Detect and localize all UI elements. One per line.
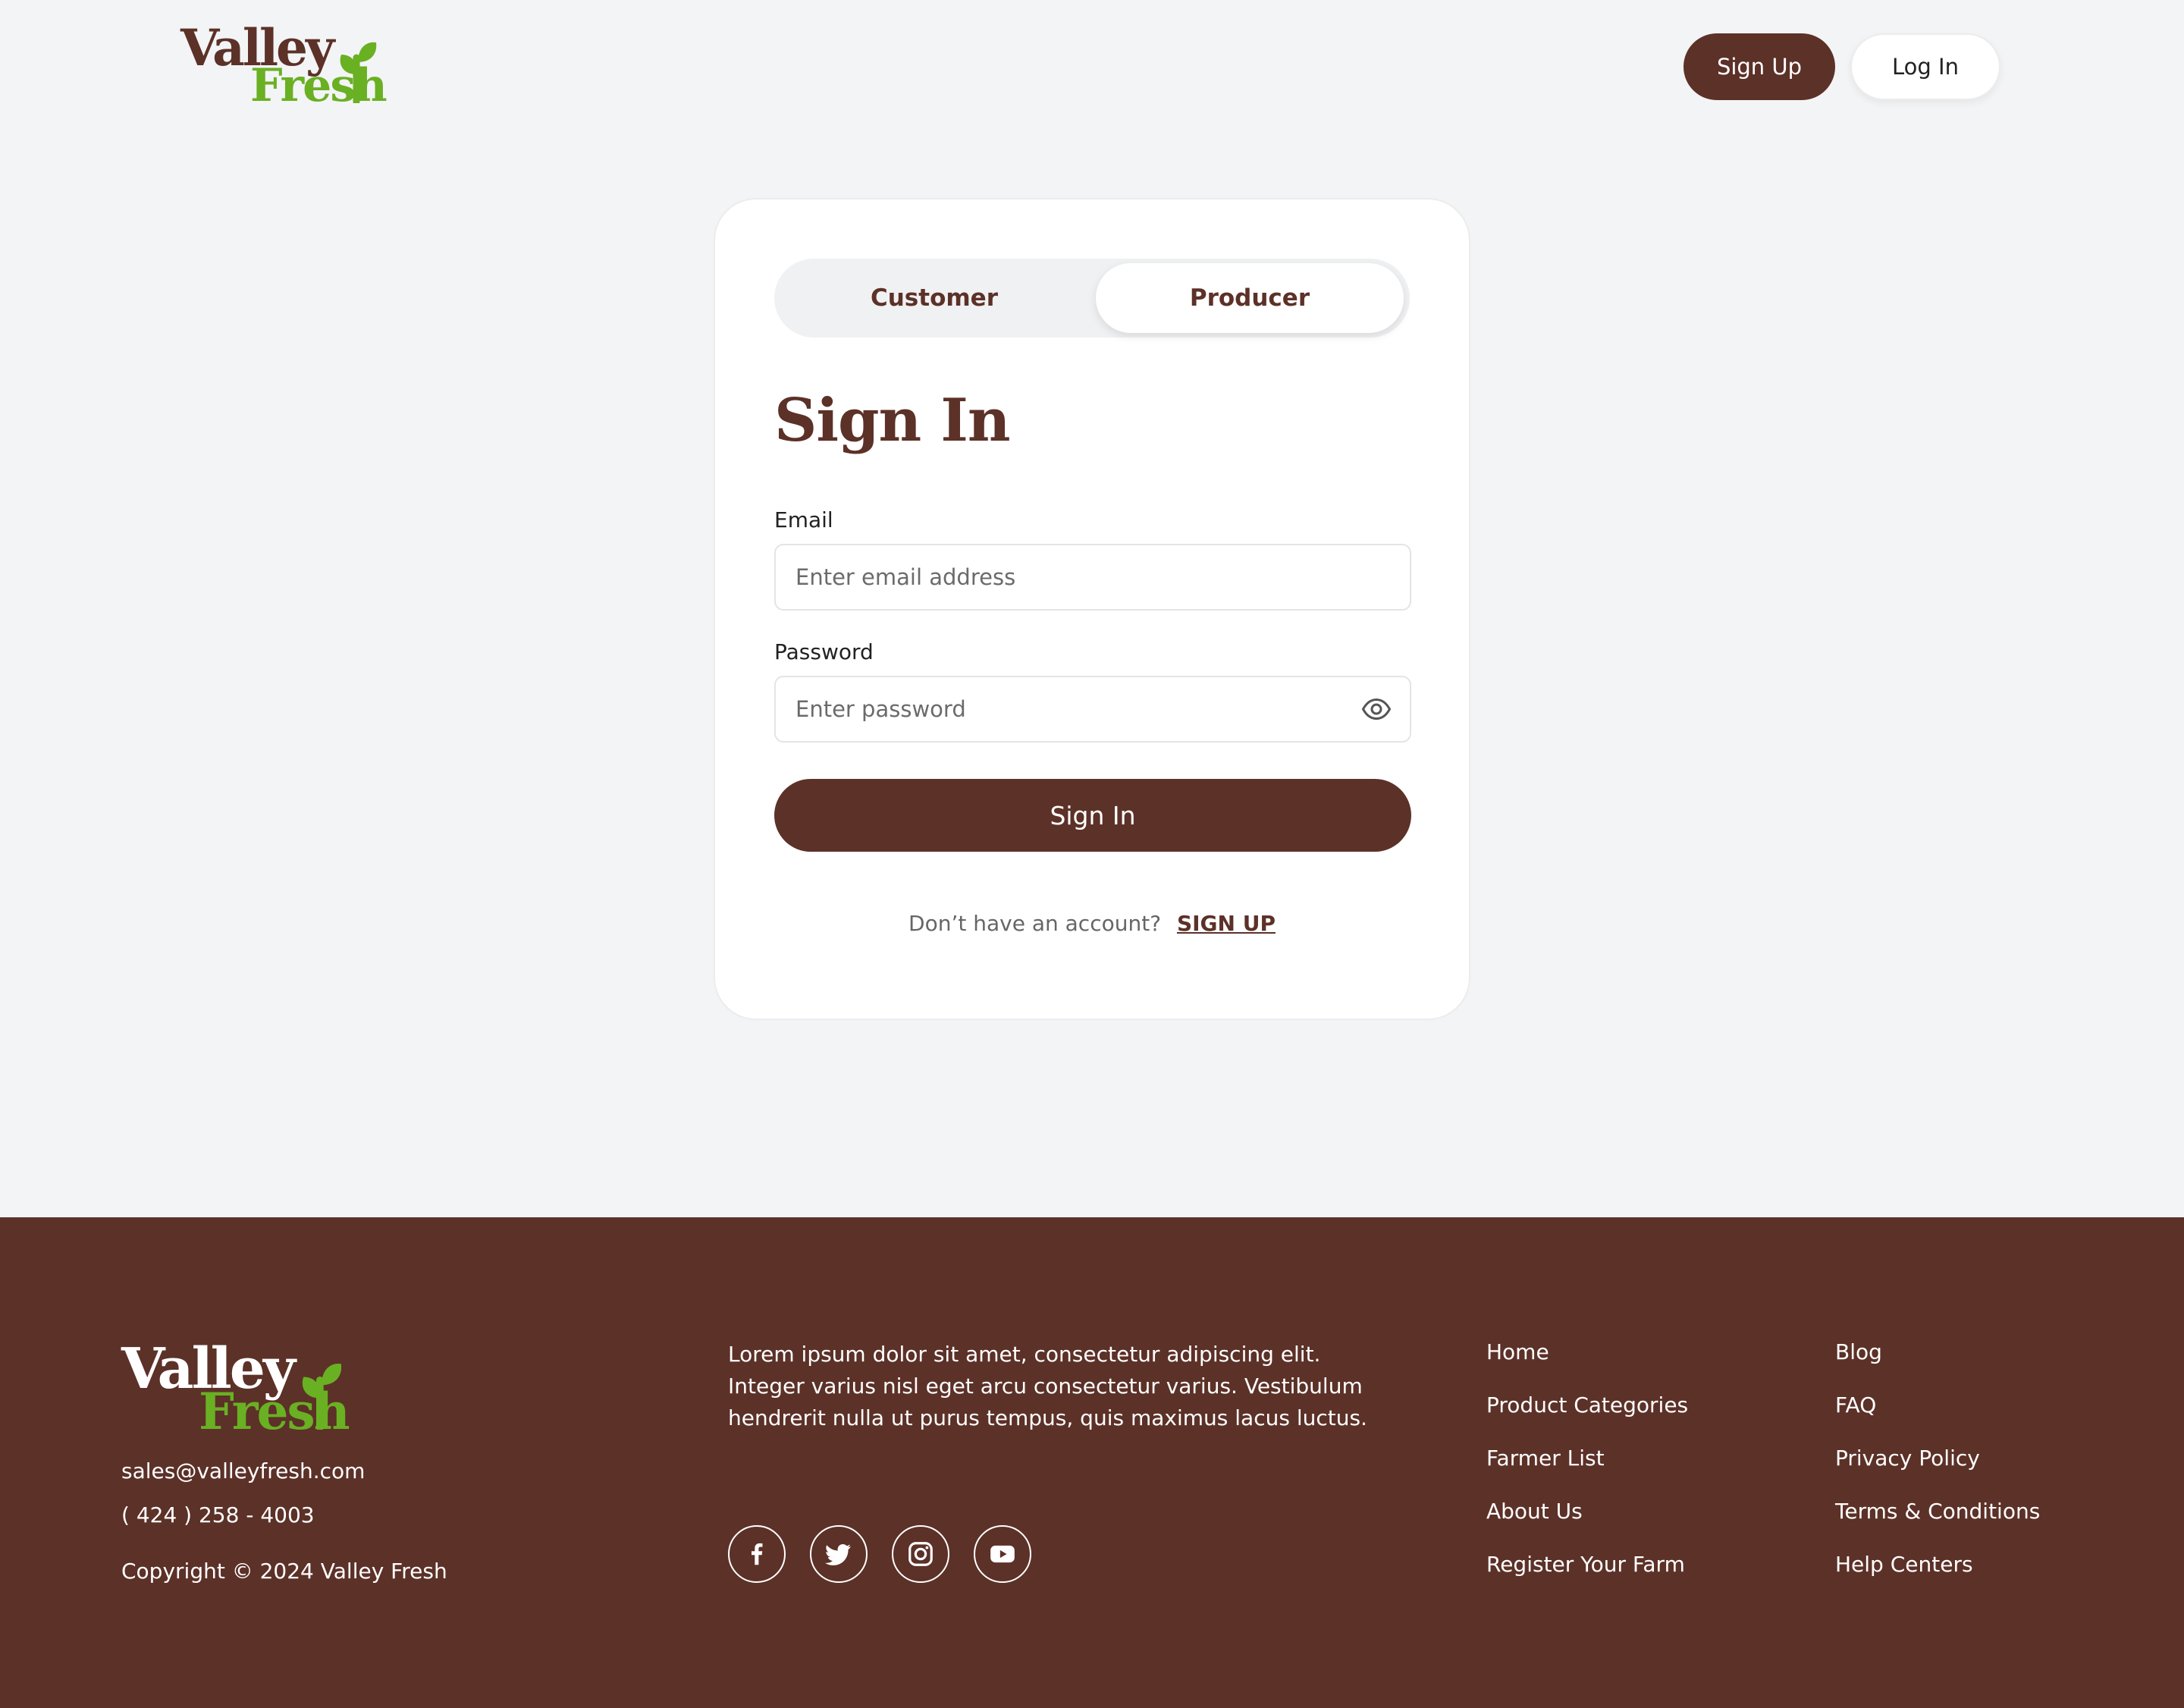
signup-prompt: Don’t have an account? SIGN UP [715,911,1469,936]
header-login-button[interactable]: Log In [1850,33,2000,100]
no-account-text: Don’t have an account? [908,911,1162,936]
page-title: Sign In [774,386,1011,455]
footer-link-about-us[interactable]: About Us [1486,1498,1688,1525]
footer-phone[interactable]: ( 424 ) 258 - 4003 [121,1502,315,1527]
footer: Valley Fresh sales@valleyfresh.com ( 424… [0,1217,2184,1708]
footer-link-register-farm[interactable]: Register Your Farm [1486,1551,1688,1578]
eye-icon[interactable] [1361,694,1392,724]
account-type-toggle: Customer Producer [774,259,1410,338]
email-label: Email [774,507,833,532]
instagram-icon [908,1542,933,1566]
tab-producer[interactable]: Producer [1096,263,1404,333]
header-logo[interactable]: Valley Fresh [180,21,388,112]
footer-description: Lorem ipsum dolor sit amet, consectetur … [728,1342,1367,1430]
footer-logo[interactable]: Valley Fresh [121,1339,350,1439]
footer-link-faq[interactable]: FAQ [1835,1392,2040,1419]
sprout-icon [340,42,377,103]
sprout-icon [302,1363,342,1430]
signin-button[interactable]: Sign In [774,779,1411,852]
tab-customer[interactable]: Customer [780,263,1088,333]
facebook-link[interactable] [728,1525,786,1583]
footer-link-help-centers[interactable]: Help Centers [1835,1551,2040,1578]
footer-link-home[interactable]: Home [1486,1339,1688,1366]
youtube-icon [990,1545,1015,1563]
password-label: Password [774,639,874,664]
youtube-link[interactable] [974,1525,1031,1583]
footer-link-privacy-policy[interactable]: Privacy Policy [1835,1445,2040,1472]
footer-link-farmer-list[interactable]: Farmer List [1486,1445,1688,1472]
signin-card: Customer Producer Sign In Email Password… [714,198,1470,1020]
footer-links-column-1: Home Product Categories Farmer List Abou… [1486,1339,1688,1604]
footer-link-blog[interactable]: Blog [1835,1339,2040,1366]
twitter-link[interactable] [810,1525,868,1583]
footer-copyright: Copyright © 2024 Valley Fresh [121,1559,447,1584]
footer-links-column-2: Blog FAQ Privacy Policy Terms & Conditio… [1835,1339,2040,1604]
twitter-icon [824,1544,851,1565]
email-field[interactable] [774,544,1411,611]
facebook-icon [752,1543,763,1565]
header-signup-button[interactable]: Sign Up [1684,33,1835,100]
password-field[interactable] [774,676,1411,743]
footer-link-terms-conditions[interactable]: Terms & Conditions [1835,1498,2040,1525]
footer-link-product-categories[interactable]: Product Categories [1486,1392,1688,1419]
instagram-link[interactable] [892,1525,949,1583]
signup-link[interactable]: SIGN UP [1177,911,1276,936]
footer-email[interactable]: sales@valleyfresh.com [121,1458,365,1484]
